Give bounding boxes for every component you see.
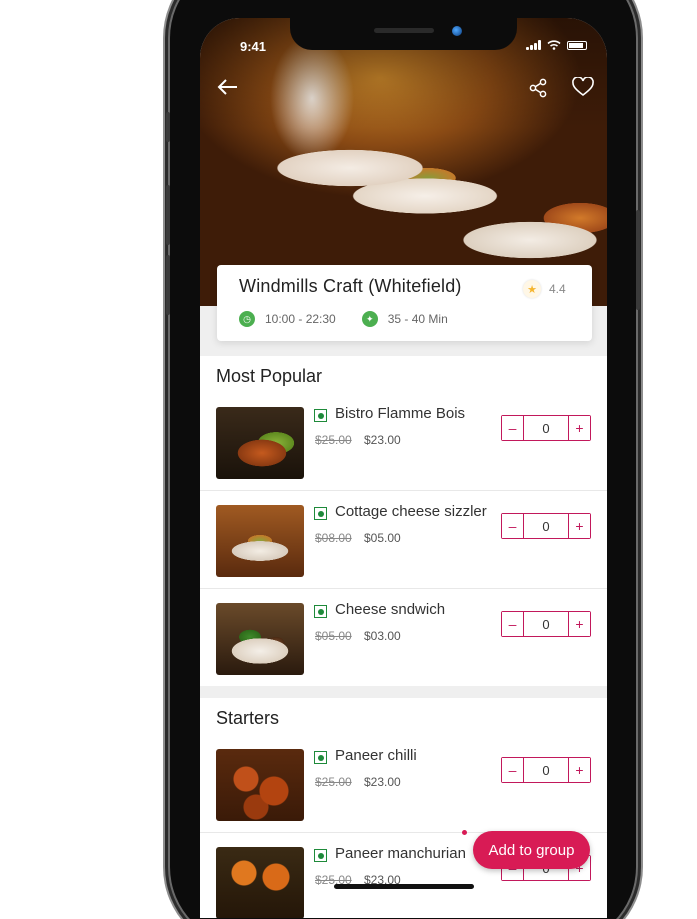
battery-icon <box>567 40 587 50</box>
indicator-dot <box>462 830 467 835</box>
home-indicator[interactable] <box>334 884 474 889</box>
item-name: Cheese sndwich <box>335 601 446 618</box>
quantity-stepper: – 0 + <box>501 415 591 441</box>
restaurant-name: Windmills Craft (Whitefield) <box>239 276 462 296</box>
restaurant-meta: ◷ 10:00 - 22:30 ✦ 35 - 40 Min <box>239 311 448 327</box>
add-to-group-button[interactable]: Add to group <box>473 831 590 869</box>
signal-icon <box>526 40 541 50</box>
food-image <box>216 847 304 918</box>
quantity-value: 0 <box>542 762 550 778</box>
discounted-price: $03.00 <box>364 629 401 643</box>
heart-icon[interactable] <box>572 76 594 101</box>
veg-indicator-icon <box>314 605 327 618</box>
restaurant-info-card: Windmills Craft (Whitefield) ★ 4.4 ◷ 10:… <box>217 265 592 341</box>
opening-hours: 10:00 - 22:30 <box>265 312 336 326</box>
food-image <box>216 749 304 821</box>
food-image <box>216 407 304 479</box>
veg-indicator-icon <box>314 409 327 422</box>
section-most-popular: Most Popular Bistro Flamme Bois $25.00 $… <box>200 356 607 686</box>
rating-value: 4.4 <box>549 282 566 296</box>
quantity-value: 0 <box>542 420 550 436</box>
side-button <box>636 210 640 310</box>
notch <box>290 18 517 50</box>
menu-item: Cheese sndwich $05.00 $03.00 – 0 + <box>200 589 607 687</box>
star-icon: ★ <box>523 280 541 298</box>
menu-item: Cottage cheese sizzler $08.00 $05.00 – 0… <box>200 491 607 589</box>
share-icon[interactable] <box>528 78 548 102</box>
clock-icon: ◷ <box>239 311 255 327</box>
camera <box>452 26 462 36</box>
side-button <box>166 255 170 315</box>
increase-button[interactable]: + <box>568 612 590 636</box>
back-arrow-icon[interactable] <box>217 78 239 99</box>
food-image <box>216 603 304 675</box>
decrease-button[interactable]: – <box>502 758 524 782</box>
original-price: $25.00 <box>315 433 352 447</box>
food-image <box>216 505 304 577</box>
decrease-button[interactable]: – <box>502 612 524 636</box>
increase-button[interactable]: + <box>568 758 590 782</box>
speaker <box>374 28 434 33</box>
side-button <box>166 112 170 142</box>
discounted-price: $05.00 <box>364 531 401 545</box>
side-button <box>166 185 170 245</box>
item-name: Paneer manchurian <box>335 845 466 862</box>
status-icons <box>526 40 587 50</box>
phone-screen: 9:41 Windmills Craft (Whitefield) ★ 4.4 <box>200 18 607 918</box>
discounted-price: $23.00 <box>364 775 401 789</box>
original-price: $05.00 <box>315 629 352 643</box>
wifi-icon <box>547 40 561 50</box>
rating: ★ 4.4 <box>523 280 566 298</box>
item-name: Paneer chilli <box>335 747 417 764</box>
delivery-icon: ✦ <box>361 311 378 327</box>
decrease-button[interactable]: – <box>502 416 524 440</box>
quantity-stepper: – 0 + <box>501 611 591 637</box>
item-name: Bistro Flamme Bois <box>335 405 466 422</box>
status-time: 9:41 <box>240 39 267 54</box>
veg-indicator-icon <box>314 849 327 862</box>
section-title: Starters <box>216 708 280 728</box>
section-title: Most Popular <box>216 366 323 386</box>
delivery-time: 35 - 40 Min <box>387 312 448 326</box>
decrease-button[interactable]: – <box>502 514 524 538</box>
veg-indicator-icon <box>314 751 327 764</box>
original-price: $25.00 <box>315 775 352 789</box>
discounted-price: $23.00 <box>364 433 401 447</box>
menu-item: Paneer chilli $25.00 $23.00 – 0 + <box>200 735 607 833</box>
increase-button[interactable]: + <box>568 416 590 440</box>
quantity-stepper: – 0 + <box>501 757 591 783</box>
item-name: Cottage cheese sizzler <box>335 503 487 520</box>
veg-indicator-icon <box>314 507 327 520</box>
quantity-stepper: – 0 + <box>501 513 591 539</box>
quantity-value: 0 <box>542 616 550 632</box>
quantity-value: 0 <box>542 518 550 534</box>
menu-item: Bistro Flamme Bois $25.00 $23.00 – 0 + <box>200 393 607 491</box>
original-price: $08.00 <box>315 531 352 545</box>
increase-button[interactable]: + <box>568 514 590 538</box>
